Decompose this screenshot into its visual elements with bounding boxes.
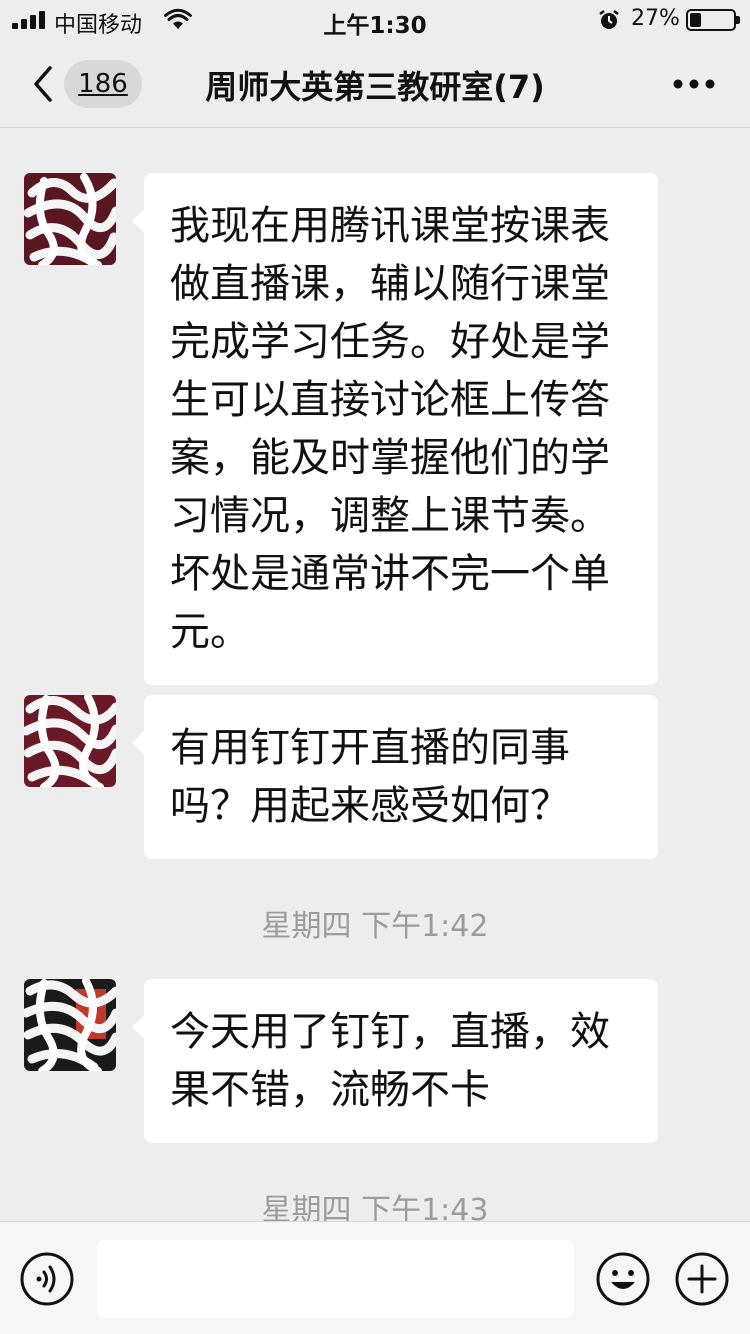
avatar[interactable] xyxy=(24,173,116,265)
plus-icon[interactable] xyxy=(675,1252,729,1306)
avatar[interactable] xyxy=(24,695,116,787)
message-bubble[interactable]: 我现在用腾讯课堂按课表做直播课，辅以随行课堂完成学习任务。好处是学生可以直接讨论… xyxy=(132,173,658,685)
unread-count-badge[interactable]: 186 xyxy=(64,60,142,108)
message-list[interactable]: 我现在用腾讯课堂按课表做直播课，辅以随行课堂完成学习任务。好处是学生可以直接讨论… xyxy=(0,129,750,1221)
message-input[interactable] xyxy=(97,1240,574,1318)
battery-percent: 27% xyxy=(631,6,680,31)
battery-icon xyxy=(686,9,740,31)
voice-icon[interactable] xyxy=(20,1252,74,1306)
message-bubble[interactable]: 今天用了钉钉，直播，效果不错，流畅不卡 xyxy=(132,979,658,1143)
chevron-left-icon[interactable] xyxy=(24,62,64,106)
battery-level xyxy=(690,13,701,27)
input-bar xyxy=(0,1221,750,1334)
more-dots-icon[interactable] xyxy=(662,68,726,100)
alarm-icon xyxy=(599,10,619,29)
chat-title: 周师大英第三教研室(7) xyxy=(205,68,545,106)
avatar[interactable] xyxy=(24,979,116,1071)
status-bar: 中国移动 上午1:30 27% xyxy=(0,0,750,40)
timestamp-divider: 星期四 下午1:43 xyxy=(261,1193,489,1221)
chat-header: 186 周师大英第三教研室(7) xyxy=(0,40,750,128)
message-bubble[interactable]: 有用钉钉开直播的同事吗？用起来感受如何？ xyxy=(132,695,658,859)
timestamp-divider: 星期四 下午1:42 xyxy=(261,909,489,944)
emoji-icon[interactable] xyxy=(596,1252,650,1306)
